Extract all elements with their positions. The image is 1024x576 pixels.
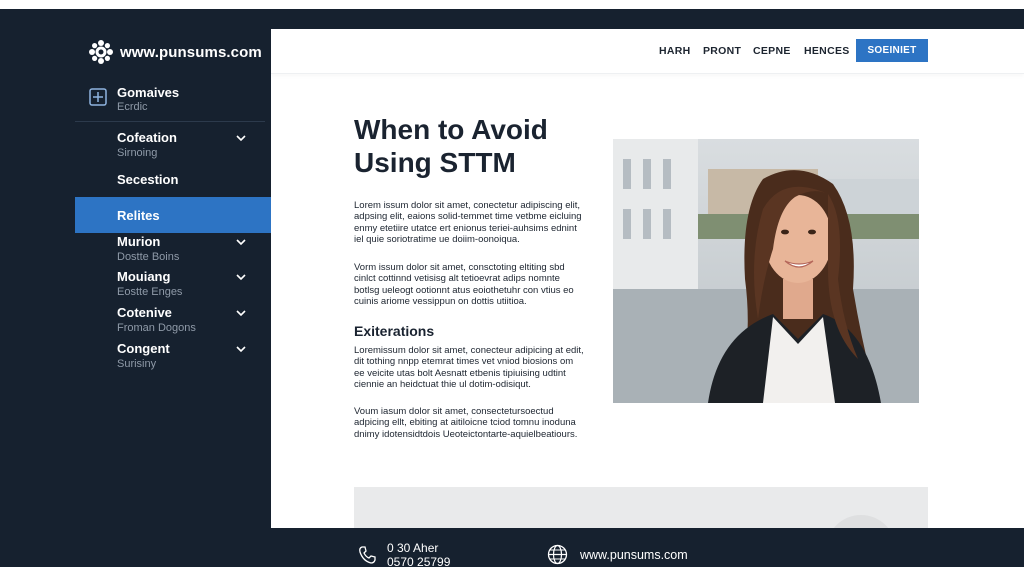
- chevron-down-icon[interactable]: [235, 271, 247, 283]
- nav-link-harh[interactable]: HARH: [659, 45, 691, 57]
- article-paragraph: Lorem issum dolor sit amet, conectetur a…: [354, 200, 582, 246]
- sidebar-item-label: Cofeation: [117, 130, 177, 145]
- portrait-photo: [613, 139, 919, 403]
- footer: 0 30 Aher 0570 25799 www.punsums.com: [0, 528, 1024, 569]
- sidebar-item-label: Murion: [117, 234, 161, 249]
- sidebar-group-title: Gomaives: [117, 85, 180, 100]
- nav-link-pront[interactable]: PRONT: [703, 45, 741, 57]
- sidebar-item-congent[interactable]: Congent Surisiny: [75, 341, 271, 375]
- article-paragraph: Voum iasum dolor sit amet, consecteturso…: [354, 406, 578, 440]
- sidebar: www.punsums.com Gomaives Ecrdic Cofeatio…: [0, 9, 271, 528]
- article-subheading: Exiterations: [354, 323, 435, 339]
- sidebar-item-sublabel: Sirnoing: [117, 147, 158, 159]
- sidebar-item-label: Mouiang: [117, 269, 171, 284]
- sidebar-item-label: Cotenive: [117, 305, 172, 320]
- sidebar-item-label: Congent: [117, 341, 170, 356]
- footer-phone-line1[interactable]: 0 30 Aher: [387, 541, 438, 555]
- article-title-line1: When to Avoid: [354, 114, 548, 145]
- chevron-down-icon[interactable]: [235, 132, 247, 144]
- sidebar-item-cofeation[interactable]: Cofeation Sirnoing: [75, 130, 271, 164]
- sidebar-item-sublabel: Surisiny: [117, 358, 157, 370]
- sidebar-item-sublabel: Eostte Enges: [117, 286, 183, 298]
- nav-link-hences[interactable]: HENCES: [804, 45, 850, 57]
- chevron-down-icon[interactable]: [235, 343, 247, 355]
- globe-icon: [547, 544, 568, 565]
- sidebar-item-relites[interactable]: Relites: [75, 197, 271, 233]
- sidebar-group-subtitle: Ecrdic: [117, 101, 148, 113]
- sidebar-item-label: Relites: [117, 208, 160, 223]
- article-title: When to Avoid Using STTM: [354, 113, 604, 179]
- sidebar-item-mouiang[interactable]: Mouiang Eostte Enges: [75, 269, 271, 303]
- bottom-letterbox: [0, 567, 1024, 576]
- brand-site-name: www.punsums.com: [120, 43, 262, 61]
- subscribe-button[interactable]: SOEINIET: [856, 39, 928, 62]
- top-navigation: HARH PRONT CEPNE HENCES SOEINIET: [271, 29, 1024, 74]
- plus-square-icon: [89, 88, 107, 106]
- sidebar-item-murion[interactable]: Murion Dostte Boins: [75, 234, 271, 268]
- chevron-down-icon[interactable]: [235, 236, 247, 248]
- top-letterbox: [0, 0, 1024, 9]
- article-paragraph: Vorm issum dolor sit amet, consctoting e…: [354, 262, 574, 308]
- sidebar-item-sublabel: Dostte Boins: [117, 251, 180, 263]
- brand[interactable]: www.punsums.com: [88, 39, 262, 65]
- sidebar-item-cotenive[interactable]: Cotenive Froman Dogons: [75, 305, 271, 339]
- nav-link-cepne[interactable]: CEPNE: [753, 45, 791, 57]
- main-content: HARH PRONT CEPNE HENCES SOEINIET When to…: [271, 29, 1024, 528]
- sidebar-divider: [75, 121, 265, 122]
- footer-website-link[interactable]: www.punsums.com: [580, 548, 688, 562]
- article-paragraph: Loremissum dolor sit amet, conecteur adi…: [354, 345, 584, 391]
- footer-phone-line2[interactable]: 0570 25799: [387, 555, 450, 569]
- phone-icon: [359, 546, 376, 564]
- sidebar-item-sublabel: Froman Dogons: [117, 322, 196, 334]
- article-title-line2: Using STTM: [354, 147, 516, 178]
- chevron-down-icon[interactable]: [235, 307, 247, 319]
- sidebar-group-header[interactable]: Gomaives Ecrdic: [88, 85, 271, 121]
- sidebar-item-label: Secestion: [117, 172, 179, 187]
- gear-flower-logo-icon: [89, 40, 113, 64]
